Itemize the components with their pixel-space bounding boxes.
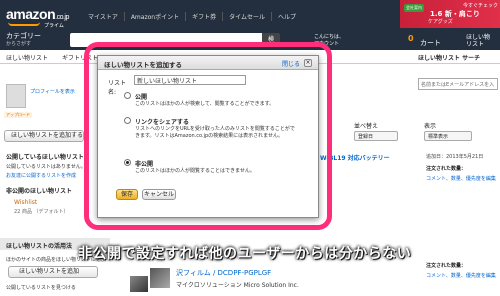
add-list-dialog: ほしい物リストを追加する 閉じる × リスト名: 公開 このリストはほかの人が検…: [97, 55, 319, 218]
public-lists-text: 公開しているリストはありません。: [6, 164, 86, 170]
logo-smile-icon: [8, 22, 40, 26]
radio-share-link[interactable]: [124, 117, 131, 124]
cancel-button[interactable]: キャンセル: [142, 189, 176, 200]
item-quantity-label: 注文された数量：: [426, 166, 467, 172]
product-title[interactable]: 沢フィルム / DCDPF-PGPLGF: [176, 268, 271, 278]
promo-check: 今すぐチェック: [462, 3, 498, 9]
private-lists-heading: 非公開のほしい物リスト: [6, 188, 73, 195]
close-icon[interactable]: ×: [304, 59, 312, 67]
public-lists-heading: 公開しているほしい物リスト: [6, 154, 84, 161]
option-share-desc: リストへのリンクをURLを受け取った人のみリストを閲覧することができます。リスト…: [135, 126, 295, 139]
product-thumbnail-2[interactable]: [130, 276, 148, 292]
dialog-close-link[interactable]: 閉じる: [282, 59, 300, 68]
wishlist-count: 22 商品 （デフォルト）: [14, 209, 69, 215]
dialog-header: ほしい物リストを追加する 閉じる ×: [98, 56, 318, 70]
item2-edit-links[interactable]: コメント、数量、優先度を編集: [426, 272, 496, 279]
nav-mystore[interactable]: マイストア: [82, 12, 124, 21]
top-nav: マイストア Amazonポイント ギフト券 タイムセール ヘルプ: [82, 12, 302, 21]
save-button[interactable]: 保存: [116, 189, 138, 200]
product-maker: マイクロソリューション Micro Solution Inc.: [176, 282, 299, 289]
amazon-logo[interactable]: amazon.co.jp: [6, 6, 69, 22]
display-select[interactable]: 標準表示: [424, 131, 472, 141]
prime-label: プライム: [44, 23, 64, 29]
avatar[interactable]: [6, 84, 26, 108]
option-public-title: 公開: [135, 94, 148, 101]
promo-tag: 会社案内: [404, 4, 424, 12]
item-added-date: 追加日：2013年5月21日: [426, 154, 484, 160]
radio-public[interactable]: [124, 92, 131, 99]
sort-label: 並べ替え: [354, 123, 379, 130]
promo-banner[interactable]: 会社案内 1.6 新・肩こり ケアグッズ 今すぐチェック: [400, 0, 500, 28]
create-list-button[interactable]: ほしい物リストを追加する: [4, 130, 84, 142]
option-public-desc: このリストはほかの人が検索して、閲覧することができます。: [135, 101, 275, 107]
subnav-wishlist[interactable]: ほしい物リスト: [6, 53, 48, 62]
promo-subtext: ケアグッズ: [428, 19, 453, 25]
nav-timesale[interactable]: タイムセール: [222, 12, 271, 21]
item-edit-links[interactable]: コメント、数量、優先度を編集: [426, 175, 496, 182]
profile-link[interactable]: プロフィールを表示: [30, 88, 75, 95]
nav-giftcard[interactable]: ギフト券: [185, 12, 222, 21]
item2-quantity-label: 注文された数量：: [426, 263, 467, 269]
display-label: 表示: [424, 123, 437, 130]
wishlist-link[interactable]: Wishlist: [14, 199, 37, 206]
add-from-other-sites-button[interactable]: ほしい物リストを追加: [8, 266, 98, 278]
category-menu[interactable]: カテゴリー からさがす: [6, 32, 41, 48]
cart-button[interactable]: カート: [420, 38, 441, 48]
sort-select[interactable]: 登録日: [354, 131, 398, 141]
lists-menu[interactable]: ほしい物 リスト: [466, 34, 490, 48]
nav-points[interactable]: Amazonポイント: [123, 12, 185, 21]
radio-private[interactable]: [124, 159, 131, 166]
annotation-caption: 非公開で設定すれば他のユーザーからは分からない: [78, 246, 412, 262]
product-thumbnail[interactable]: [150, 268, 170, 288]
list-name-input[interactable]: [134, 75, 246, 85]
option-share-title: リンクをシェアする: [135, 119, 190, 126]
dialog-title: ほしい物リストを追加する: [104, 61, 182, 69]
option-private-title: 非公開: [135, 161, 154, 168]
wishlist-search-input[interactable]: 名前またはEメールアドレスを入: [418, 78, 498, 90]
public-lists-create-link[interactable]: お友達に公開するリストを作成: [6, 172, 76, 179]
avatar-upload-label[interactable]: アップロード: [4, 112, 32, 118]
subnav-wishlist-search: ほしい物リスト サーチ: [418, 55, 481, 62]
option-private-desc: このリストはほかの人が閲覧することはできません。: [135, 168, 255, 174]
nav-help[interactable]: ヘルプ: [270, 12, 302, 21]
find-public-list-text: 公開しているリストを見つける: [6, 285, 76, 291]
cart-count: 0: [408, 34, 414, 43]
